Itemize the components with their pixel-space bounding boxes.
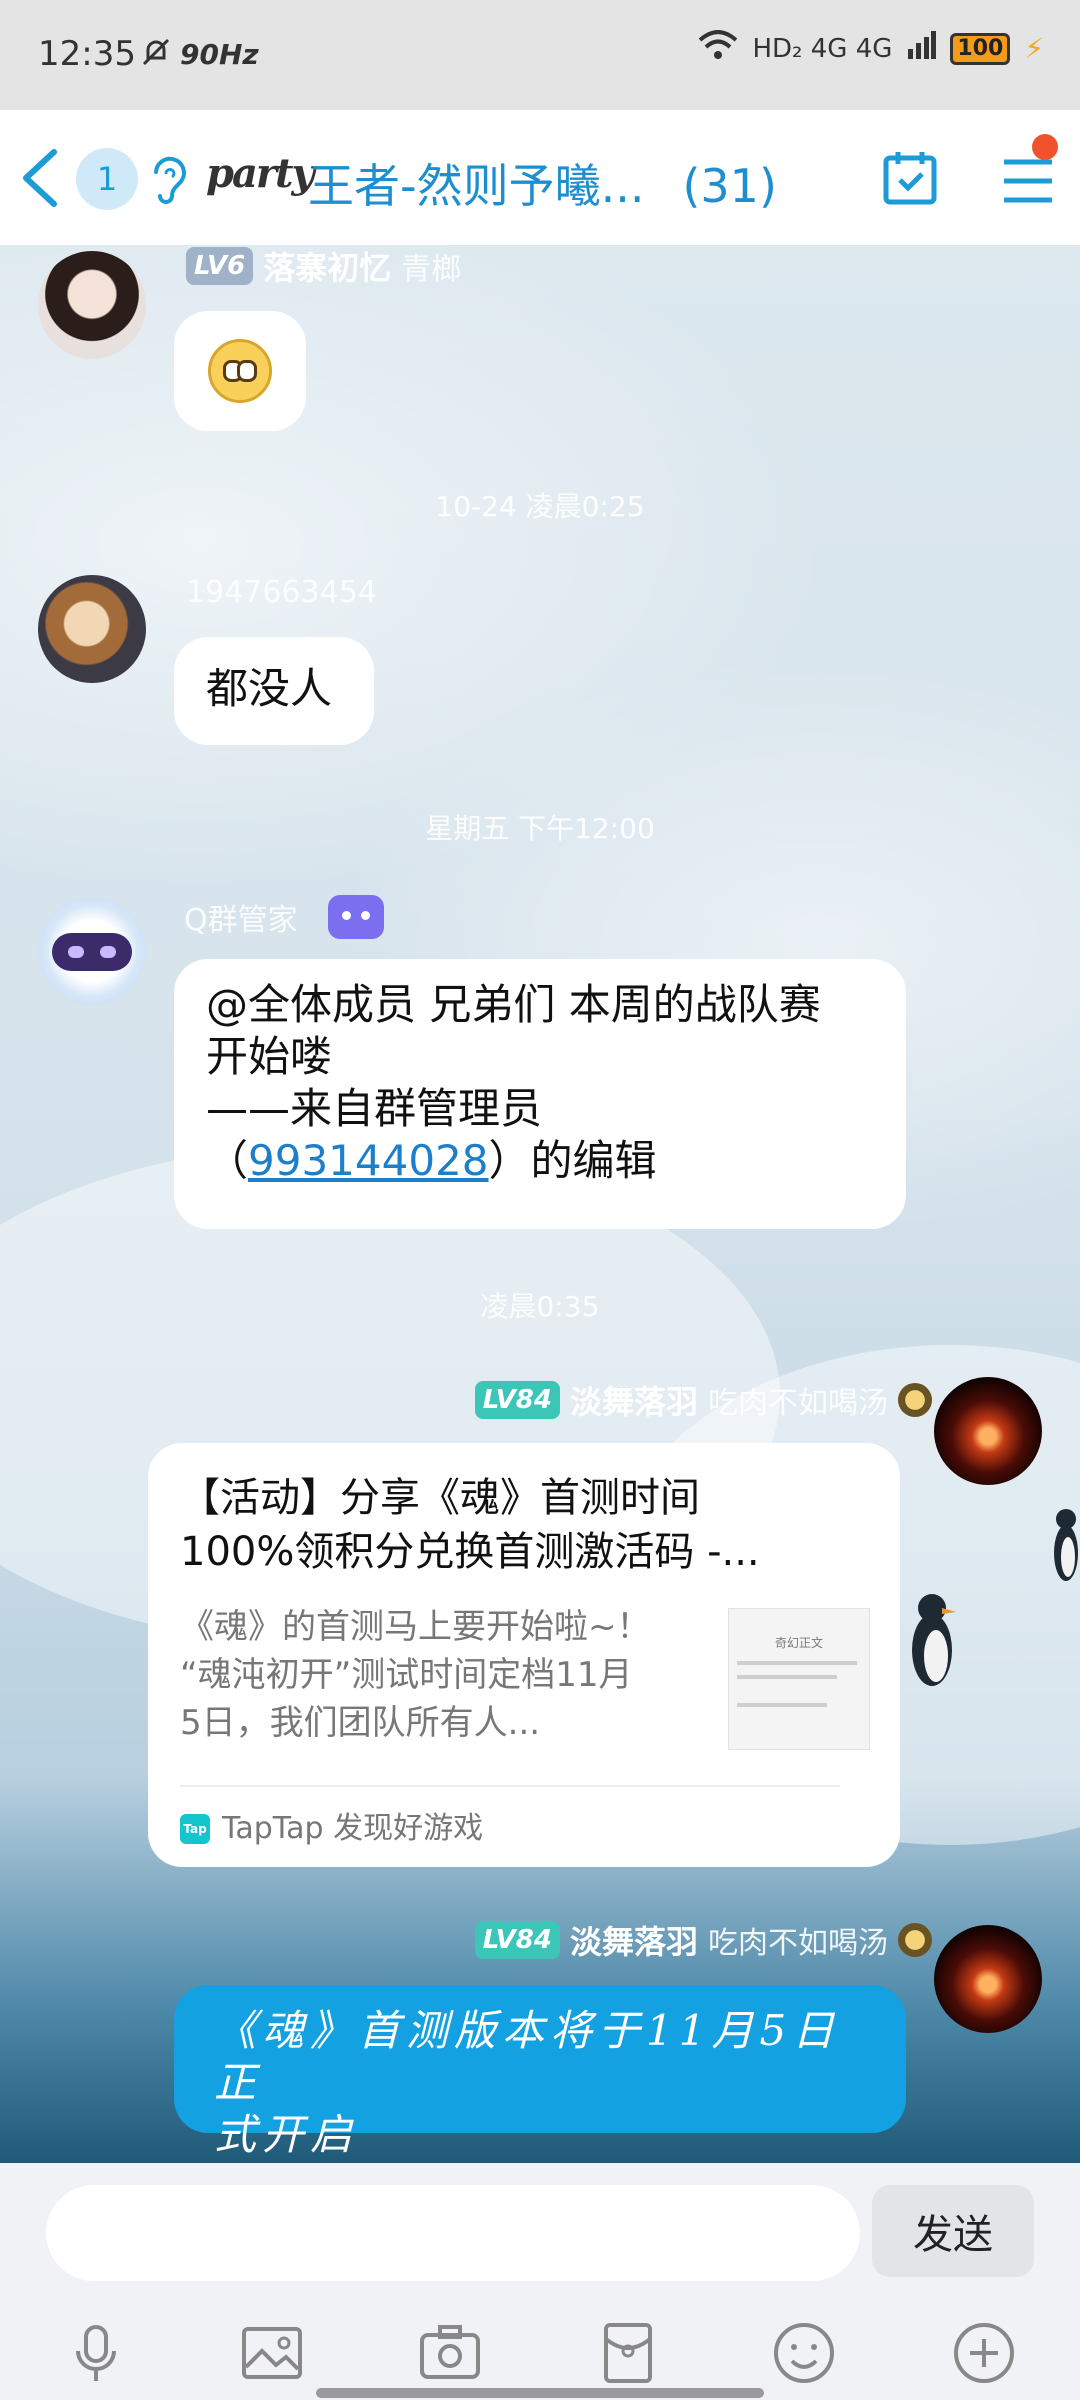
card-title-line: 【活动】分享《魂》首测时间 bbox=[180, 1475, 700, 1521]
message-line: （993144028）的编辑 bbox=[206, 1135, 874, 1187]
back-button[interactable] bbox=[14, 146, 70, 210]
status-time: 12:35 bbox=[38, 34, 136, 74]
taptap-icon: Tap bbox=[180, 1814, 210, 1844]
card-thumbnail: 奇幻正文 bbox=[728, 1608, 870, 1750]
thumbnail-text-line bbox=[737, 1661, 857, 1665]
sender-info: LV84 淡舞落羽 吃肉不如喝汤 bbox=[474, 1917, 932, 1963]
medal-icon bbox=[898, 1923, 932, 1957]
image-icon[interactable] bbox=[240, 2321, 304, 2385]
penguin-image bbox=[902, 1590, 962, 1694]
red-packet-icon[interactable] bbox=[596, 2321, 660, 2385]
robot-icon bbox=[327, 895, 384, 939]
message-line: 式开启 bbox=[214, 2110, 359, 2159]
plus-icon[interactable] bbox=[952, 2321, 1016, 2385]
sender-name[interactable]: 淡舞落羽 bbox=[570, 1377, 698, 1423]
mute-bell-icon bbox=[140, 36, 172, 76]
penguin-image bbox=[1052, 1505, 1080, 1589]
home-indicator[interactable] bbox=[316, 2388, 764, 2398]
camera-icon[interactable] bbox=[418, 2321, 482, 2385]
level-badge: LV84 bbox=[474, 1921, 560, 1959]
message-text: 都没人 bbox=[206, 664, 333, 713]
card-desc-line: 5日，我们团队所有人... bbox=[180, 1703, 541, 1743]
timestamp: 10-24 凌晨0:25 bbox=[435, 490, 645, 523]
message-line: 《魂》首测版本将于11月5日正 bbox=[214, 2006, 841, 2107]
sender-info: LV6 落寨初忆 青榔 bbox=[186, 245, 461, 289]
avatar[interactable] bbox=[38, 251, 146, 359]
qq-number-link[interactable]: 993144028 bbox=[248, 1136, 489, 1185]
card-title-line: 100%领积分兑换首测激活码 -... bbox=[180, 1529, 760, 1575]
avatar[interactable] bbox=[38, 897, 146, 1005]
card-divider bbox=[180, 1785, 840, 1787]
message-bubble[interactable]: 都没人 bbox=[174, 637, 374, 745]
sender-name[interactable]: 淡舞落羽 bbox=[570, 1917, 698, 1963]
medal-icon bbox=[898, 1383, 932, 1417]
thumbnail-text-line bbox=[737, 1675, 837, 1679]
shocked-face-icon bbox=[208, 339, 272, 403]
status-indicators: HD₂ 4G 4G 100 ⚡ bbox=[698, 30, 1044, 67]
card-desc-line: 《魂》的首测马上要开始啦~！ bbox=[180, 1607, 651, 1647]
message-bubble[interactable] bbox=[174, 311, 306, 431]
notification-dot bbox=[1032, 134, 1058, 160]
sender-info: Q群管家 bbox=[184, 895, 384, 939]
message-line: 开始喽 bbox=[206, 1032, 333, 1081]
emoji-icon[interactable] bbox=[772, 2321, 836, 2385]
avatar[interactable] bbox=[934, 1377, 1042, 1485]
chevron-left-icon bbox=[23, 149, 57, 207]
editor-suffix: ）的编辑 bbox=[488, 1136, 657, 1185]
signal-icon bbox=[906, 31, 937, 66]
message-input[interactable] bbox=[46, 2185, 860, 2281]
thumbnail-text-line bbox=[737, 1703, 827, 1707]
card-description: 《魂》的首测马上要开始啦~！ “魂沌初开”测试时间定档11月 5日，我们团队所有… bbox=[180, 1603, 700, 1747]
sender-name[interactable]: 落寨初忆 bbox=[263, 245, 391, 289]
wifi-icon bbox=[698, 30, 738, 67]
send-button[interactable]: 发送 bbox=[872, 2185, 1034, 2277]
bot-face-icon bbox=[52, 933, 132, 971]
input-bar: 发送 bbox=[0, 2163, 1080, 2400]
sender-name[interactable]: Q群管家 bbox=[184, 895, 298, 939]
timestamp: 凌晨0:35 bbox=[480, 1290, 600, 1323]
member-count: (31) bbox=[682, 159, 777, 213]
network-label: HD₂ 4G 4G bbox=[752, 33, 893, 64]
status-bar: 12:35 90Hz HD₂ 4G 4G 100 ⚡ bbox=[0, 0, 1080, 110]
group-name: 王者-然则予曦... bbox=[308, 159, 645, 213]
message-bubble[interactable]: @全体成员 兄弟们 本周的战队赛 开始喽 ——来自群管理员 （993144028… bbox=[174, 959, 906, 1229]
unread-count-badge[interactable]: 1 bbox=[76, 148, 138, 210]
battery-icon: 100 bbox=[950, 32, 1011, 65]
card-source-label: TapTap 发现好游戏 bbox=[222, 1811, 484, 1846]
party-logo: party bbox=[206, 150, 315, 197]
chat-header: 1 party 王者-然则予曦... (31) bbox=[0, 110, 1080, 245]
message-bubble[interactable]: 《魂》首测版本将于11月5日正 式开启 bbox=[174, 1985, 906, 2159]
share-card[interactable]: 【活动】分享《魂》首测时间 100%领积分兑换首测激活码 -... 《魂》的首测… bbox=[148, 1443, 900, 1867]
card-desc-line: “魂沌初开”测试时间定档11月 bbox=[180, 1655, 633, 1695]
sender-info: 1947663454 bbox=[186, 575, 377, 610]
timestamp: 星期五 下午12:00 bbox=[425, 812, 655, 845]
calendar-check-icon[interactable] bbox=[880, 148, 940, 208]
earpiece-mode-icon[interactable] bbox=[148, 152, 188, 208]
microphone-icon[interactable] bbox=[64, 2321, 128, 2385]
paren-open: （ bbox=[206, 1136, 249, 1185]
avatar[interactable] bbox=[934, 1925, 1042, 2033]
avatar[interactable] bbox=[38, 575, 146, 683]
card-title: 【活动】分享《魂》首测时间 100%领积分兑换首测激活码 -... bbox=[180, 1471, 840, 1579]
card-source: Tap TapTap 发现好游戏 bbox=[180, 1803, 483, 1855]
message-line: ——来自群管理员 bbox=[206, 1084, 543, 1133]
refresh-rate: 90Hz bbox=[180, 38, 259, 71]
sender-title: 青榔 bbox=[401, 252, 462, 287]
sender-info: LV84 淡舞落羽 吃肉不如喝汤 bbox=[474, 1377, 932, 1423]
chat-messages[interactable]: LV6 落寨初忆 青榔 10-24 凌晨0:25 1947663454 都没人 … bbox=[0, 245, 1080, 2163]
charging-icon: ⚡ bbox=[1024, 32, 1044, 65]
sender-title: 吃肉不如喝汤 bbox=[708, 1386, 888, 1421]
level-badge: LV84 bbox=[474, 1381, 560, 1419]
level-badge: LV6 bbox=[186, 247, 254, 285]
sender-title: 吃肉不如喝汤 bbox=[708, 1926, 888, 1961]
sender-name[interactable]: 1947663454 bbox=[186, 575, 377, 610]
menu-icon[interactable] bbox=[1000, 154, 1056, 208]
group-title[interactable]: 王者-然则予曦... (31) bbox=[308, 150, 777, 216]
message-line: @全体成员 兄弟们 本周的战队赛 bbox=[206, 980, 821, 1029]
